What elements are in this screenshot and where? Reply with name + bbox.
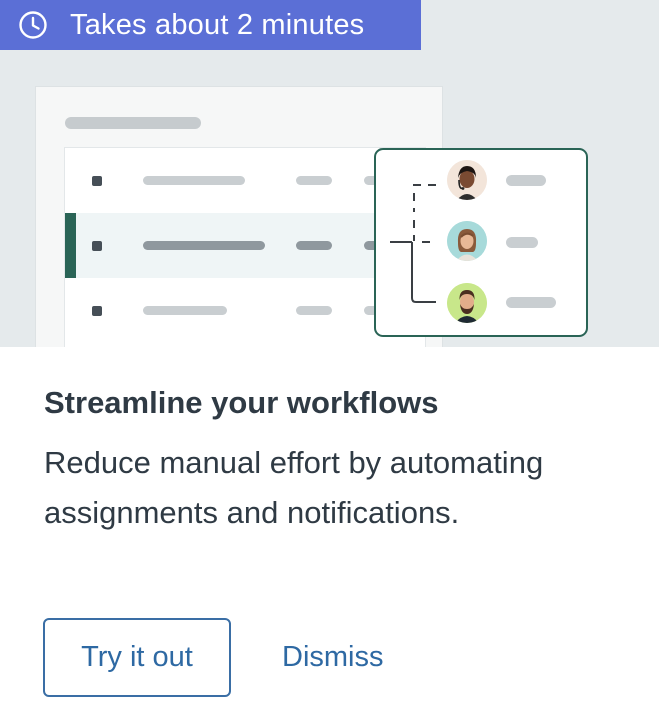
row-bullet: [92, 176, 102, 186]
assignee-panel-illustration: [374, 148, 588, 337]
card-content: Streamline your workflows Reduce manual …: [44, 380, 644, 538]
table-row: [65, 278, 425, 343]
workflow-illustration: Takes about 2 minutes: [0, 0, 659, 347]
onboarding-card: Takes about 2 minutes Streamline your wo…: [0, 0, 659, 725]
card-description: Reduce manual effort by automating assig…: [44, 445, 544, 530]
row-text-placeholder: [296, 241, 332, 250]
row-text-placeholder: [143, 176, 245, 185]
bearded-man-avatar: [447, 283, 487, 323]
row-text-placeholder: [296, 176, 332, 185]
row-text-placeholder: [143, 241, 265, 250]
woman-avatar: [447, 221, 487, 261]
row-text-placeholder: [296, 306, 332, 315]
sheet-header-placeholder: [65, 117, 201, 129]
assignee-name-placeholder: [506, 175, 546, 186]
assignee-name-placeholder: [506, 297, 556, 308]
card-title: Streamline your workflows: [44, 385, 439, 420]
dismiss-button[interactable]: Dismiss: [282, 641, 384, 674]
try-it-out-button[interactable]: Try it out: [43, 618, 231, 697]
table-row-active: [65, 213, 425, 278]
clock-icon: [19, 11, 47, 39]
card-actions: Try it out Dismiss: [43, 618, 384, 697]
table-row: [65, 148, 425, 213]
woman-headset-avatar: [447, 160, 487, 200]
row-bullet: [92, 306, 102, 316]
task-table-illustration: [65, 148, 425, 347]
duration-badge: Takes about 2 minutes: [0, 0, 421, 50]
row-text-placeholder: [143, 306, 227, 315]
row-bullet: [92, 241, 102, 251]
duration-badge-text: Takes about 2 minutes: [70, 8, 365, 41]
assignee-name-placeholder: [506, 237, 538, 248]
